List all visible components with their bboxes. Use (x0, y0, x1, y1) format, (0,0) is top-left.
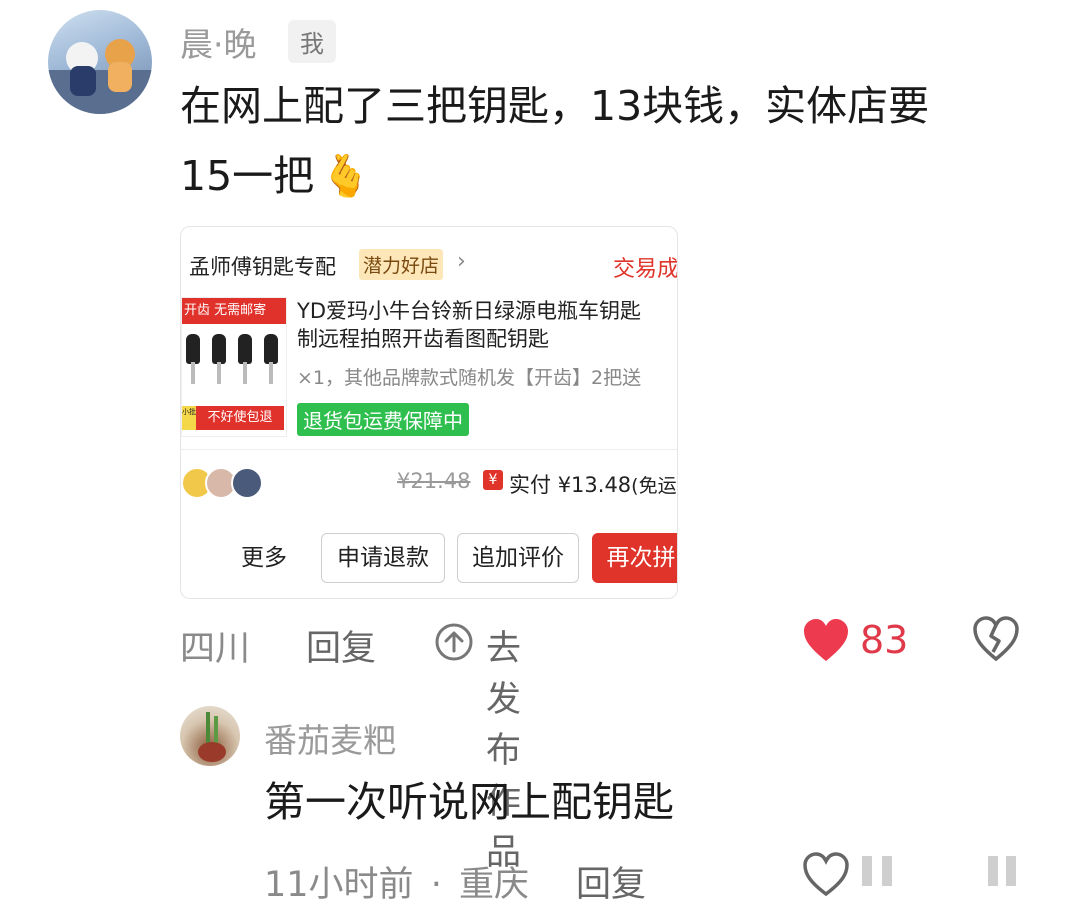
upload-arrow-icon (435, 623, 473, 661)
avatar-illustration (198, 712, 226, 762)
buyer-avatar (231, 467, 263, 499)
card-divider (181, 449, 677, 450)
comment-meta: 11小时前 · 重庆 (264, 856, 529, 907)
comment-text: 第一次听说网上配钥匙 (264, 778, 674, 826)
watermark-bars (860, 852, 1020, 892)
avatar-illustration (48, 39, 152, 114)
add-review-button[interactable]: 追加评价 (457, 533, 579, 583)
pause-bars-icon (862, 856, 1016, 886)
reply-button[interactable]: 回复 (576, 856, 646, 907)
thumb-top-banner: 开齿 无需邮寄 (182, 298, 286, 324)
like-button[interactable] (802, 852, 852, 898)
product-thumbnail: 开齿 无需邮寄 小批 不好使包退 (181, 297, 287, 437)
user-avatar[interactable] (48, 10, 152, 114)
more-button[interactable]: 更多 (217, 533, 311, 583)
rebuy-button[interactable]: 再次拼 (592, 533, 677, 583)
order-status: 交易成 (613, 257, 678, 282)
key-blade-icon (269, 362, 273, 384)
comment-username[interactable]: 番茄麦粑 (264, 714, 396, 762)
order-screenshot-card[interactable]: 孟师傅钥匙专配 潜力好店 › 交易成 开齿 无需邮寄 小批 不好使包退 YD爱玛… (180, 226, 678, 599)
comment-text-line1: 在网上配了三把钥匙，13块钱，实体店要 (180, 82, 930, 130)
product-title: YD爱玛小牛台铃新日绿源电瓶车钥匙 制远程拍照开齿看图配钥匙 (297, 297, 677, 353)
key-icon (264, 334, 278, 364)
meta-separator: · (430, 865, 442, 905)
dislike-button[interactable] (972, 616, 1022, 666)
comment-username[interactable]: 晨·晚 (180, 18, 257, 66)
key-icon (212, 334, 226, 364)
product-spec: ×1，其他品牌款式随机发【开齿】2把送 (297, 367, 642, 389)
comment-location: 四川 (180, 629, 251, 669)
heart-outline-icon (803, 852, 849, 897)
thumb-bottom-banner: 不好使包退 (196, 406, 284, 430)
comment-text-line2: 15一把 🫰 (180, 148, 371, 205)
guarantee-badge: 退货包运费保障中 (297, 403, 469, 436)
me-badge: 我 (288, 20, 336, 63)
thumb-side-text: 小批 (182, 408, 196, 416)
paid-value: ¥13.48 (557, 473, 632, 497)
comment-time: 11小时前 (264, 865, 414, 905)
broken-heart-icon (973, 616, 1019, 662)
publish-work-label: 去发布作品 (486, 629, 522, 873)
key-icon (238, 334, 252, 364)
key-blade-icon (243, 362, 247, 384)
shop-name: 孟师傅钥匙专配 (189, 255, 336, 279)
like-button[interactable]: 83 (802, 616, 942, 668)
paid-amount: 实付 ¥13.48(免运 (509, 469, 677, 499)
paid-note: (免运 (631, 475, 677, 497)
refund-button[interactable]: 申请退款 (321, 533, 445, 583)
like-count: 83 (860, 618, 909, 662)
product-title-line2: 制远程拍照开齿看图配钥匙 (297, 327, 549, 351)
heart-filled-icon (804, 619, 848, 661)
finger-heart-emoji-icon: 🫰 (320, 152, 372, 200)
paid-label: 实付 (509, 473, 551, 497)
key-blade-icon (217, 362, 221, 384)
comment-location: 重庆 (458, 865, 529, 905)
shop-badge: 潜力好店 (359, 249, 444, 280)
original-price: ¥21.48 (397, 469, 471, 493)
paid-icon: ¥ (483, 470, 503, 490)
key-blade-icon (191, 362, 195, 384)
reply-button[interactable]: 回复 (306, 620, 376, 671)
user-avatar[interactable] (180, 706, 240, 766)
product-title-line1: YD爱玛小牛台铃新日绿源电瓶车钥匙 (297, 299, 641, 323)
chevron-right-icon: › (457, 249, 466, 274)
thumb-side-tag: 小批 (182, 406, 196, 430)
key-icon (186, 334, 200, 364)
comment-text-line2-text: 15一把 (180, 152, 315, 200)
